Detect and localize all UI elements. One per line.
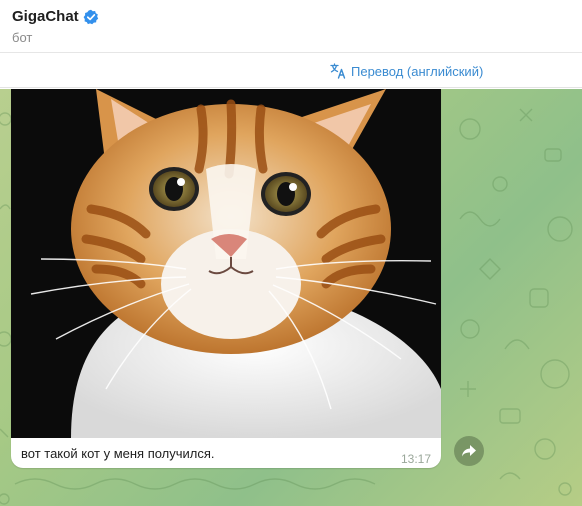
forward-button[interactable] <box>454 436 484 466</box>
translate-button[interactable]: Перевод (английский) <box>329 62 483 80</box>
translate-bar: Перевод (английский) <box>0 54 582 88</box>
chat-subtitle: бот <box>12 30 33 45</box>
chat-area[interactable]: вот такой кот у меня получился. 13:17 <box>0 89 582 506</box>
chat-header[interactable]: GigaChat бот <box>0 0 582 53</box>
translate-icon <box>330 63 346 79</box>
chat-title[interactable]: GigaChat <box>12 8 79 25</box>
title-row: GigaChat <box>12 8 99 25</box>
cat-illustration <box>11 89 441 438</box>
message-bubble[interactable]: вот такой кот у меня получился. 13:17 <box>11 89 441 468</box>
cat-portrait-image[interactable] <box>11 89 441 438</box>
message-caption: вот такой кот у меня получился. <box>21 446 215 461</box>
share-arrow-icon <box>462 445 476 457</box>
translate-label: Перевод (английский) <box>351 63 484 79</box>
message-time: 13:17 <box>400 452 431 466</box>
verified-badge-icon <box>83 9 98 24</box>
